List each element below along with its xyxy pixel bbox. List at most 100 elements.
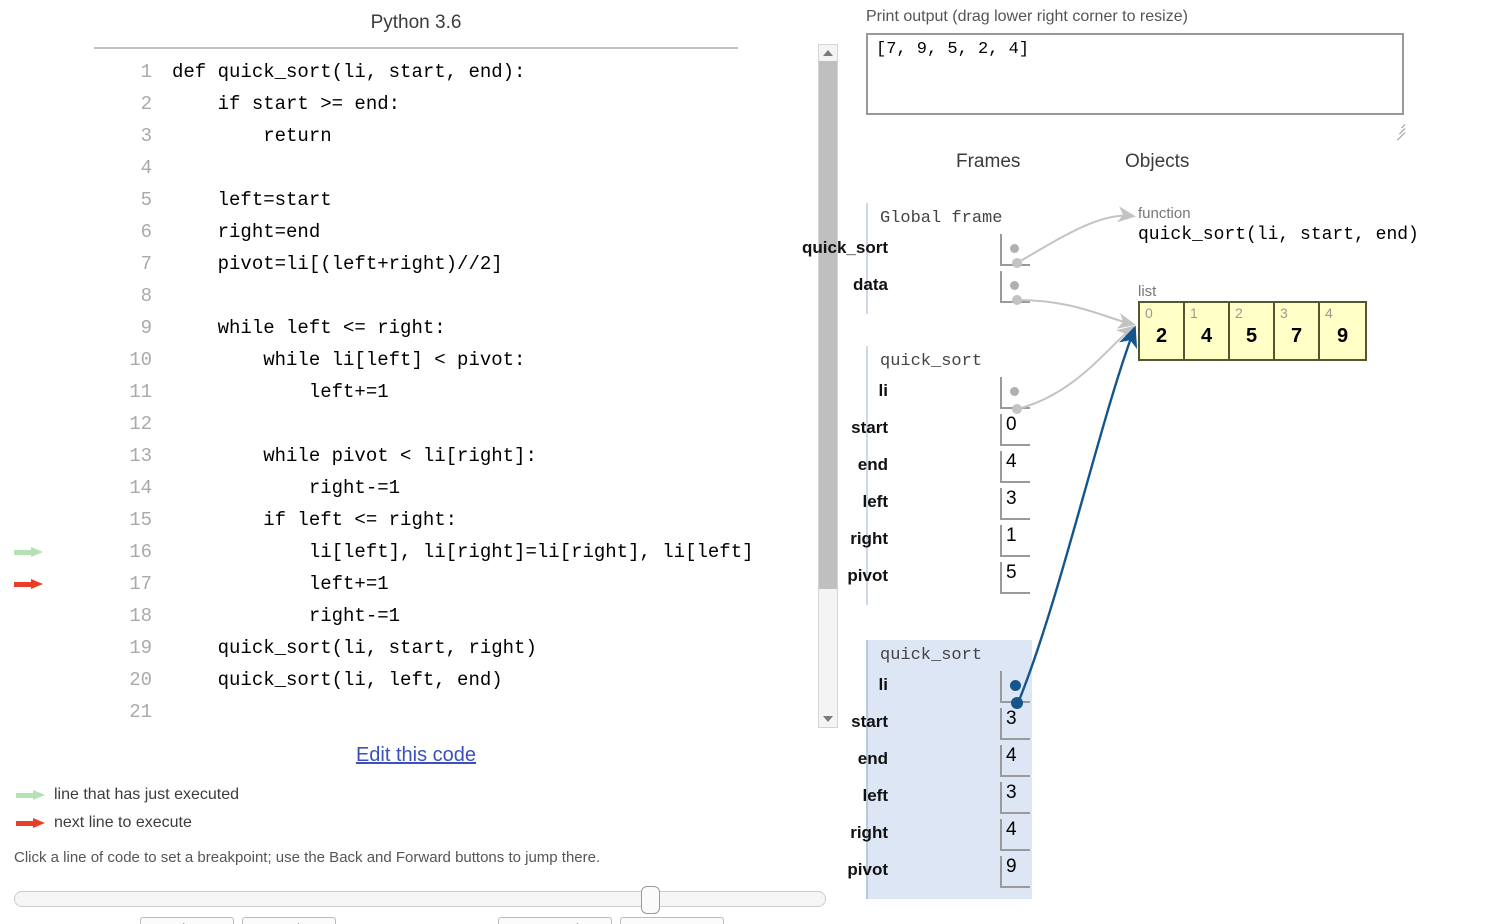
- code-line[interactable]: 8: [0, 280, 852, 312]
- variable-name: start: [851, 712, 888, 731]
- edit-this-code-link[interactable]: Edit this code: [356, 744, 476, 766]
- code-line[interactable]: 15 if left <= right:: [0, 504, 852, 536]
- resize-grip-icon[interactable]: [1393, 121, 1406, 141]
- scroll-up-icon[interactable]: [819, 45, 837, 61]
- line-number: 8: [140, 285, 152, 307]
- code-text: def quick_sort(li, start, end):: [172, 61, 526, 83]
- variable-value: 3: [1006, 708, 1017, 729]
- variable-name: li: [878, 381, 888, 400]
- frame-variable-row: li: [868, 669, 1032, 706]
- variable-value: 0: [1006, 414, 1017, 435]
- stack-frame-active: quick_sort li start 3 end 4 left 3 right 4 pivot 9: [847, 640, 1032, 899]
- line-number: 14: [129, 477, 152, 499]
- breakpoint-hint: Click a line of code to set a breakpoint…: [14, 849, 601, 866]
- code-line[interactable]: 7 pivot=li[(left+right)//2]: [0, 248, 852, 280]
- control-button-first[interactable]: First: [140, 917, 234, 924]
- variable-name: quick_sort: [802, 238, 888, 257]
- frame-variable-row: data: [853, 269, 1032, 306]
- control-button-last[interactable]: Last: [620, 917, 724, 924]
- pointer-dot: [1010, 244, 1019, 253]
- code-line[interactable]: 12: [0, 408, 852, 440]
- list-cell: 14: [1185, 303, 1230, 359]
- code-text: right-=1: [172, 605, 401, 627]
- variable-value: 1: [1006, 525, 1017, 546]
- frame-variable-row: pivot 9: [847, 854, 1032, 891]
- control-button-forward[interactable]: Forward: [498, 917, 612, 924]
- frame-variable-row: quick_sort: [802, 232, 1032, 269]
- frame-variable-row: right 4: [850, 817, 1032, 854]
- line-number: 9: [140, 317, 152, 339]
- code-line[interactable]: 19 quick_sort(li, start, right): [0, 632, 852, 664]
- frame-variable-row: end 4: [858, 743, 1032, 780]
- code-line[interactable]: 17 left+=1: [0, 568, 852, 600]
- line-number: 13: [129, 445, 152, 467]
- scroll-down-icon[interactable]: [819, 711, 837, 727]
- variable-value: 3: [1006, 488, 1017, 509]
- variable-name: pivot: [847, 566, 888, 585]
- visualization-panel: Print output (drag lower right corner to…: [802, 0, 1499, 924]
- line-number: 5: [140, 189, 152, 211]
- code-scrollbar[interactable]: [818, 44, 838, 728]
- variable-name: start: [851, 418, 888, 437]
- frame-title: quick_sort: [880, 352, 983, 371]
- print-output-box[interactable]: [7, 9, 5, 2, 4]: [866, 33, 1404, 115]
- control-button-back[interactable]: Back: [242, 917, 336, 924]
- line-number: 12: [129, 413, 152, 435]
- list-cell: 37: [1275, 303, 1320, 359]
- function-type-label: function: [1138, 205, 1191, 222]
- function-signature: quick_sort(li, start, end): [1138, 225, 1419, 245]
- code-text: while left <= right:: [172, 317, 446, 339]
- execution-slider[interactable]: [14, 886, 826, 914]
- list-cell-index: 0: [1145, 305, 1153, 321]
- code-text: if start >= end:: [172, 93, 401, 115]
- list-object: list 0214253749: [1138, 283, 1367, 361]
- code-line[interactable]: 6 right=end: [0, 216, 852, 248]
- list-cell-value: 9: [1336, 325, 1349, 347]
- variable-value: 9: [1006, 856, 1017, 877]
- code-line[interactable]: 11 left+=1: [0, 376, 852, 408]
- code-line[interactable]: 2 if start >= end:: [0, 88, 852, 120]
- code-text: while li[left] < pivot:: [172, 349, 526, 371]
- function-object: function quick_sort(li, start, end): [1138, 205, 1419, 247]
- list-cell-index: 4: [1325, 305, 1333, 321]
- code-text: if left <= right:: [172, 509, 458, 531]
- language-title: Python 3.6: [370, 12, 462, 33]
- code-line[interactable]: 9 while left <= right:: [0, 312, 852, 344]
- code-listing[interactable]: 1 def quick_sort(li, start, end): 2 if sta…: [0, 56, 852, 728]
- variable-name: data: [853, 275, 888, 294]
- frame-variable-row: end 4: [858, 449, 1032, 486]
- code-text: return: [172, 125, 332, 147]
- code-text: left=start: [172, 189, 332, 211]
- code-line[interactable]: 4: [0, 152, 852, 184]
- code-line[interactable]: 10 while li[left] < pivot:: [0, 344, 852, 376]
- execution-slider-handle[interactable]: [641, 886, 660, 914]
- frame-variable-row: right 1: [850, 523, 1032, 560]
- code-text: left+=1: [172, 573, 389, 595]
- code-line[interactable]: 5 left=start: [0, 184, 852, 216]
- frame-variable-row: start 3: [851, 706, 1032, 743]
- line-number: 4: [140, 157, 152, 179]
- line-number: 3: [140, 125, 152, 147]
- code-line[interactable]: 20 quick_sort(li, left, end): [0, 664, 852, 696]
- code-text: pivot=li[(left+right)//2]: [172, 253, 503, 275]
- code-line[interactable]: 3 return: [0, 120, 852, 152]
- scrollbar-thumb[interactable]: [819, 61, 837, 589]
- stack-frame: Global frame quick_sort data: [802, 203, 1032, 314]
- variable-value: 3: [1006, 782, 1017, 803]
- code-line[interactable]: 1 def quick_sort(li, start, end):: [0, 56, 852, 88]
- variable-name: end: [857, 749, 888, 768]
- list-cell: 25: [1230, 303, 1275, 359]
- variable-name: end: [857, 455, 888, 474]
- code-line[interactable]: 14 right-=1: [0, 472, 852, 504]
- variable-value: 5: [1006, 562, 1017, 583]
- list-cell-value: 4: [1200, 325, 1213, 347]
- code-line[interactable]: 16 li[left], li[right]=li[right], li[lef…: [0, 536, 852, 568]
- code-text: right=end: [172, 221, 321, 243]
- stack-frame: quick_sort li start 0 end 4 left 3 right 1 pivot 5: [847, 346, 1032, 605]
- code-line[interactable]: 18 right-=1: [0, 600, 852, 632]
- variable-name: right: [850, 529, 888, 548]
- code-line[interactable]: 21: [0, 696, 852, 728]
- line-number: 18: [129, 605, 152, 627]
- code-line[interactable]: 13 while pivot < li[right]:: [0, 440, 852, 472]
- green-arrow-icon: [16, 790, 46, 800]
